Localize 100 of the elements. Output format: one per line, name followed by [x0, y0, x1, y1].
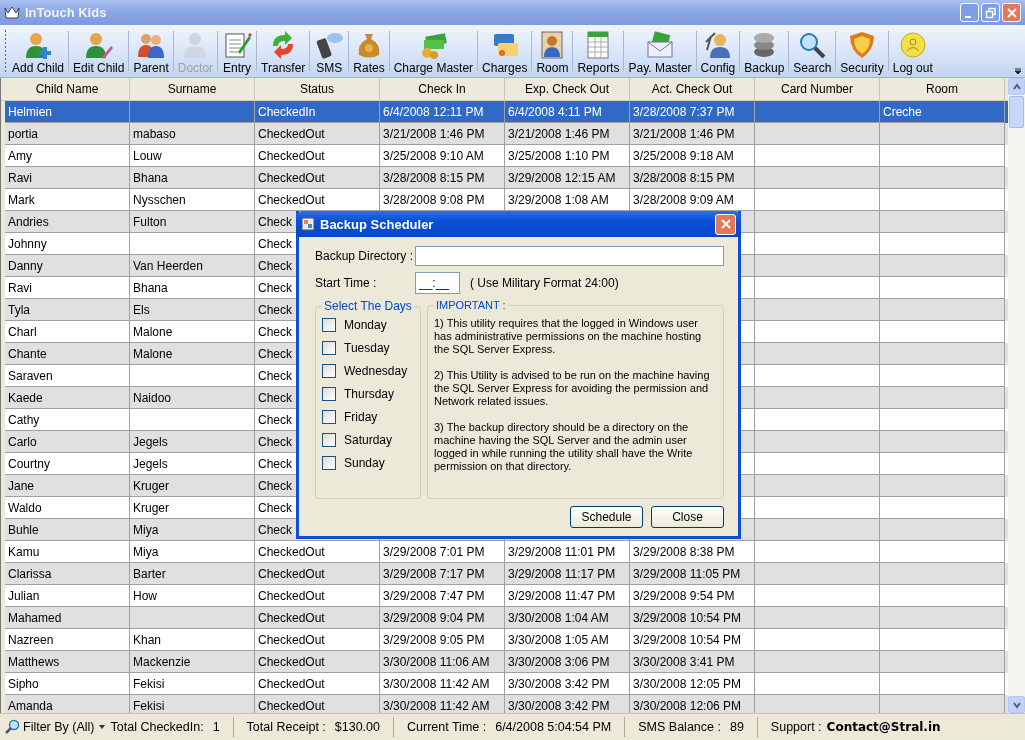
- table-cell: Jane: [8, 478, 35, 493]
- table-cell: Bhana: [133, 170, 168, 185]
- table-cell: CheckedOut: [258, 676, 325, 691]
- table-cell: 3/29/2008 7:01 PM: [383, 544, 485, 559]
- table-cell: 3/29/2008 11:01 PM: [508, 544, 616, 559]
- table-cell: Jegels: [133, 456, 168, 471]
- table-cell: Julian: [8, 588, 40, 603]
- table-cell: Check: [258, 412, 292, 427]
- table-cell: Check: [258, 478, 292, 493]
- table-cell: Danny: [8, 258, 43, 273]
- table-cell: Barter: [133, 566, 166, 581]
- table-cell: Creche: [883, 104, 922, 119]
- table-cell: 3/29/2008 7:47 PM: [383, 588, 485, 603]
- table-cell: Check: [258, 280, 292, 295]
- table-cell: 3/29/2008 7:17 PM: [383, 566, 485, 581]
- table-cell: Carlo: [8, 434, 37, 449]
- dialog-title: Backup Scheduler: [320, 216, 434, 232]
- table-cell: 3/21/2008 1:46 PM: [508, 126, 610, 141]
- table-cell: Fekisi: [133, 676, 165, 691]
- table-cell: Kruger: [133, 500, 170, 515]
- table-cell: Els: [133, 302, 150, 317]
- status-value: 1: [212, 720, 220, 734]
- table-cell: CheckedOut: [258, 610, 325, 625]
- table-cell: Malone: [133, 324, 173, 339]
- table-cell: CheckedOut: [258, 698, 325, 713]
- table-cell: 3/29/2008 11:17 PM: [508, 566, 616, 581]
- table-cell: Ravi: [8, 280, 32, 295]
- table-cell: Naidoo: [133, 390, 172, 405]
- table-cell: 3/25/2008 1:10 PM: [508, 148, 610, 163]
- table-cell: Kruger: [133, 478, 170, 493]
- table-cell: 3/30/2008 12:05 PM: [633, 676, 742, 691]
- table-cell: Malone: [133, 346, 173, 361]
- table-cell: CheckedOut: [258, 148, 325, 163]
- table-cell: 3/30/2008 3:41 PM: [633, 654, 735, 669]
- table-cell: Sipho: [8, 676, 39, 691]
- status-label: Total Receipt :: [246, 720, 326, 734]
- table-cell: 3/29/2008 9:54 PM: [633, 588, 735, 603]
- table-cell: 3/30/2008 3:42 PM: [508, 698, 610, 713]
- table-cell: 3/21/2008 1:46 PM: [633, 126, 735, 141]
- table-cell: How: [133, 588, 157, 603]
- table-cell: Van Heerden: [133, 258, 203, 273]
- table-cell: Tyla: [8, 302, 30, 317]
- table-cell: Kaede: [8, 390, 43, 405]
- table-cell: 3/29/2008 1:08 AM: [508, 192, 609, 207]
- table-cell: Andries: [8, 214, 49, 229]
- table-cell: Check: [258, 500, 292, 515]
- checkbox-label: Sunday: [344, 456, 385, 470]
- table-cell: Ravi: [8, 170, 32, 185]
- note-paragraph: 1) This utility requires that the logged in Windows user has administrative permissions on the machine hosting the SQL Server Express.: [434, 317, 703, 356]
- table-cell: 3/29/2008 9:04 PM: [383, 610, 485, 625]
- table-cell: 3/25/2008 9:10 AM: [383, 148, 484, 163]
- table-cell: 3/29/2008 11:47 PM: [508, 588, 616, 603]
- table-cell: Mackenzie: [133, 654, 191, 669]
- table-cell: 3/30/2008 12:06 PM: [633, 698, 742, 713]
- table-cell: 3/29/2008 11:05 PM: [633, 566, 741, 581]
- table-cell: CheckedOut: [258, 632, 325, 647]
- table-cell: Amy: [8, 148, 32, 163]
- table-cell: Buhle: [8, 522, 39, 537]
- table-cell: Check: [258, 522, 292, 537]
- table-cell: Check: [258, 346, 292, 361]
- table-cell: 3/30/2008 11:42 AM: [383, 698, 490, 713]
- table-cell: Charl: [8, 324, 37, 339]
- table-cell: Chante: [8, 346, 47, 361]
- table-cell: Check: [258, 214, 292, 229]
- table-cell: CheckedOut: [258, 192, 325, 207]
- table-cell: Check: [258, 368, 292, 383]
- table-cell: 3/28/2008 9:08 PM: [383, 192, 485, 207]
- table-cell: 3/29/2008 10:54 PM: [633, 632, 742, 647]
- table-cell: Courtny: [8, 456, 51, 471]
- table-cell: CheckedOut: [258, 544, 325, 559]
- table-cell: Amanda: [8, 698, 53, 713]
- table-cell: CheckedOut: [258, 566, 325, 581]
- window-title: InTouch Kids: [25, 5, 107, 20]
- table-cell: Mahamed: [8, 610, 62, 625]
- table-cell: 3/30/2008 11:42 AM: [383, 676, 490, 691]
- table-cell: 3/29/2008 8:38 PM: [633, 544, 735, 559]
- status-label: Total CheckedIn:: [110, 720, 204, 734]
- table-cell: Check: [258, 390, 292, 405]
- checkbox-label: Tuesday: [344, 341, 390, 355]
- status-label: Current Time :: [407, 720, 487, 734]
- table-cell: 3/28/2008 8:15 PM: [383, 170, 485, 185]
- table-cell: 6/4/2008 4:11 PM: [508, 104, 602, 119]
- status-value: 6/4/2008 5:04:54 PM: [495, 720, 612, 734]
- table-cell: Bhana: [133, 280, 168, 295]
- table-cell: Clarissa: [8, 566, 52, 581]
- table-cell: Miya: [133, 522, 159, 537]
- status-label: SMS Balance :: [638, 720, 721, 734]
- table-cell: 3/30/2008 1:05 AM: [508, 632, 609, 647]
- table-cell: Check: [258, 258, 292, 273]
- table-cell: Saraven: [8, 368, 53, 383]
- table-cell: Check: [258, 456, 292, 471]
- table-cell: 3/30/2008 11:06 AM: [383, 654, 490, 669]
- table-cell: 3/30/2008 3:42 PM: [508, 676, 610, 691]
- table-cell: Nysschen: [133, 192, 186, 207]
- table-cell: CheckedIn: [258, 104, 316, 119]
- checkbox-label: Saturday: [344, 433, 393, 447]
- checkbox-label: Wednesday: [344, 364, 408, 378]
- checkbox-label: Thursday: [344, 387, 395, 401]
- table-cell: Miya: [133, 544, 159, 559]
- table-cell: Nazreen: [8, 632, 54, 647]
